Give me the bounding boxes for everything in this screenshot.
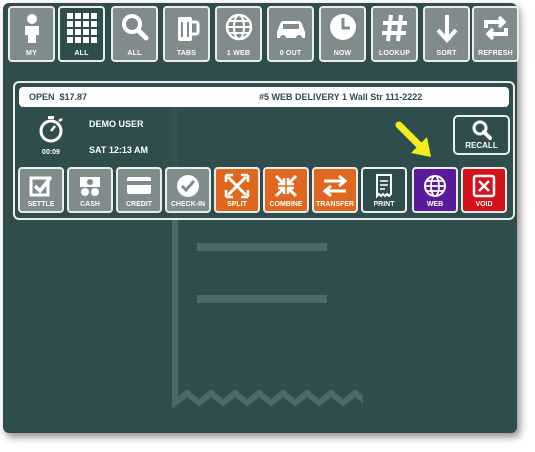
ticket-description: #5 WEB DELIVERY 1 Wall Str 111-2222 xyxy=(259,92,423,102)
ticket-amount: $17.87 xyxy=(59,92,88,102)
cash-icon xyxy=(80,177,100,196)
grid-icon xyxy=(66,13,97,43)
arrow-down-icon xyxy=(436,15,457,43)
my-tickets-button[interactable]: MY xyxy=(8,6,55,62)
out-orders-button[interactable]: 0 OUT xyxy=(267,6,314,62)
now-label: NOW xyxy=(333,50,352,57)
checkbox-icon xyxy=(29,175,53,197)
transfer-label: TRANSFER xyxy=(315,201,355,208)
highlight-arrow-icon xyxy=(395,121,431,157)
combine-icon xyxy=(274,174,298,198)
split-label: SPLIT xyxy=(227,201,247,208)
car-icon xyxy=(276,21,305,41)
web-label: WEB xyxy=(426,201,444,208)
void-button[interactable]: VOID xyxy=(461,167,507,213)
cash-label: CASH xyxy=(80,201,100,208)
person-icon xyxy=(24,14,39,43)
my-label: MY xyxy=(26,50,37,57)
all-grid-label: ALL xyxy=(74,50,89,57)
receipt-icon xyxy=(376,174,392,199)
top-toolbar: MY ALL ALL TABS 1 WEB 0 OUT NOW LOOKUP S… xyxy=(6,3,520,67)
ticket-user: DEMO USER xyxy=(89,119,144,129)
credit-card-icon xyxy=(127,177,151,194)
check-circle-icon xyxy=(177,175,199,197)
web-orders-label: 1 WEB xyxy=(226,50,251,57)
settle-label: SETTLE xyxy=(27,201,55,208)
transfer-icon xyxy=(322,174,348,198)
credit-label: CREDIT xyxy=(125,201,153,208)
search-icon xyxy=(121,14,148,41)
now-button[interactable]: NOW xyxy=(319,6,366,62)
void-label: VOID xyxy=(475,201,493,208)
stopwatch-icon xyxy=(39,116,63,143)
app-window: MY ALL ALL TABS 1 WEB 0 OUT NOW LOOKUP S… xyxy=(3,3,520,433)
check-in-button[interactable]: CHECK-IN xyxy=(165,167,211,213)
hash-icon xyxy=(381,14,407,42)
ticket-datetime: SAT 12:13 AM xyxy=(89,145,149,155)
credit-button[interactable]: CREDIT xyxy=(116,167,162,213)
sort-label: SORT xyxy=(436,50,457,57)
print-label: PRINT xyxy=(373,201,395,208)
lookup-label: LOOKUP xyxy=(378,50,411,57)
refresh-icon xyxy=(483,15,508,41)
web-button[interactable]: WEB xyxy=(412,167,458,213)
ticket-panel: OPEN $17.87 #5 WEB DELIVERY 1 Wall Str 1… xyxy=(13,81,515,220)
close-icon xyxy=(472,174,496,198)
ticket-status: OPEN $17.87 xyxy=(29,92,88,102)
refresh-button[interactable]: REFRESH xyxy=(472,6,519,62)
split-icon xyxy=(224,173,250,199)
settle-button[interactable]: SETTLE xyxy=(18,167,64,213)
globe-icon xyxy=(225,13,252,41)
globe-icon xyxy=(424,175,446,197)
tabs-label: TABS xyxy=(176,50,197,57)
split-button[interactable]: SPLIT xyxy=(214,167,260,213)
beer-mug-icon xyxy=(177,17,199,41)
ticket-timer: 00:09 xyxy=(33,115,69,156)
search-icon xyxy=(472,120,492,140)
combine-label: COMBINE xyxy=(269,201,303,208)
out-orders-label: 0 OUT xyxy=(279,50,302,57)
print-button[interactable]: PRINT xyxy=(361,167,407,213)
cash-button[interactable]: CASH xyxy=(67,167,113,213)
all-tickets-grid-button[interactable]: ALL xyxy=(58,6,105,62)
timer-value: 00:09 xyxy=(42,149,60,156)
recall-label: RECALL xyxy=(465,141,498,150)
lookup-button[interactable]: LOOKUP xyxy=(371,6,418,62)
web-orders-button[interactable]: 1 WEB xyxy=(215,6,262,62)
tabs-button[interactable]: TABS xyxy=(163,6,210,62)
check-in-label: CHECK-IN xyxy=(170,201,206,208)
ticket-info-bar[interactable]: OPEN $17.87 #5 WEB DELIVERY 1 Wall Str 1… xyxy=(19,87,509,107)
clock-icon xyxy=(329,14,356,40)
search-all-label: ALL xyxy=(127,50,142,57)
refresh-label: REFRESH xyxy=(478,50,513,57)
search-all-button[interactable]: ALL xyxy=(111,6,158,62)
transfer-button[interactable]: TRANSFER xyxy=(312,167,358,213)
recall-button[interactable]: RECALL xyxy=(453,115,510,155)
sort-button[interactable]: SORT xyxy=(423,6,470,62)
combine-button[interactable]: COMBINE xyxy=(263,167,309,213)
